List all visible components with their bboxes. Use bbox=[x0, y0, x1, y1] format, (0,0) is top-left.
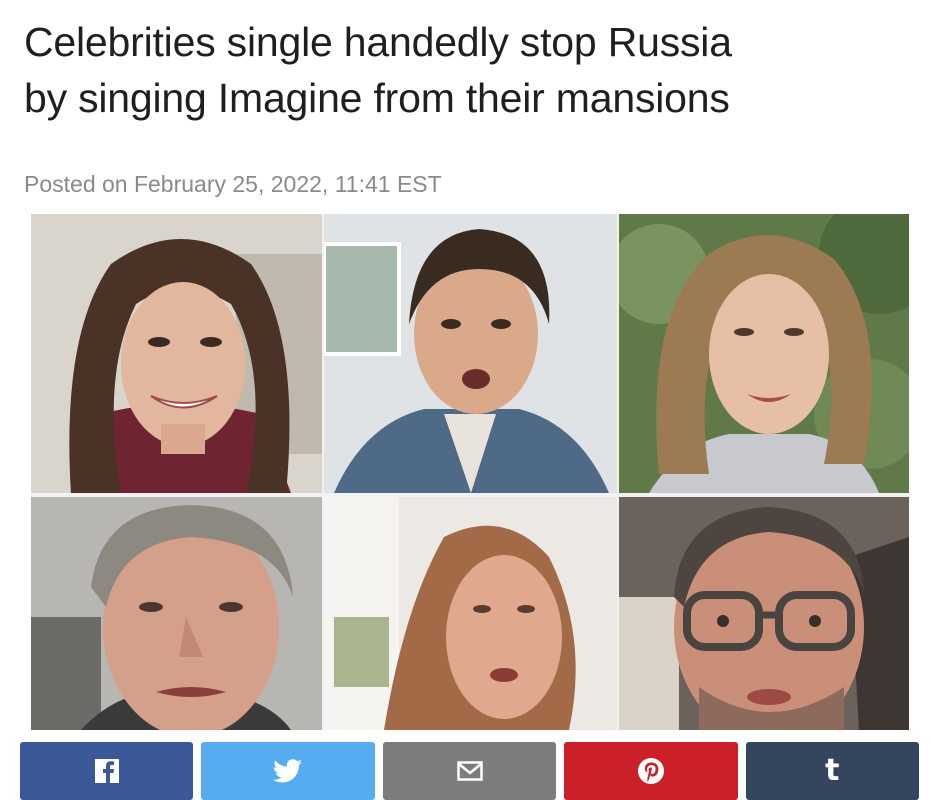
pinterest-icon bbox=[637, 757, 665, 785]
video-call-grid bbox=[31, 214, 909, 730]
portrait-photo bbox=[31, 497, 322, 730]
headline-line-2: by singing Imagine from their mansions bbox=[24, 75, 730, 121]
video-tile-woman-dark-hair bbox=[31, 214, 322, 493]
twitter-icon bbox=[273, 759, 303, 783]
video-tile-woman-outdoors bbox=[619, 214, 909, 493]
portrait-photo bbox=[324, 497, 617, 730]
portrait-photo bbox=[619, 497, 909, 730]
tumblr-share-button[interactable]: t bbox=[745, 742, 920, 800]
video-tile-man-gray-hair bbox=[31, 497, 322, 730]
video-tile-man-denim bbox=[324, 214, 617, 493]
video-tile-man-glasses bbox=[619, 497, 909, 730]
email-icon bbox=[456, 761, 483, 781]
facebook-icon bbox=[94, 758, 120, 784]
facebook-share-button[interactable] bbox=[20, 742, 194, 800]
share-buttons-bar: t bbox=[20, 742, 920, 800]
email-share-button[interactable] bbox=[382, 742, 557, 800]
headline-line-1: Celebrities single handedly stop Russia bbox=[24, 19, 732, 65]
portrait-photo bbox=[31, 214, 322, 493]
article-headline: Celebrities single handedly stop Russia … bbox=[24, 14, 914, 126]
portrait-photo bbox=[324, 214, 617, 493]
article-page: Celebrities single handedly stop Russia … bbox=[0, 0, 931, 800]
twitter-share-button[interactable] bbox=[201, 742, 375, 800]
portrait-photo bbox=[619, 214, 909, 493]
tumblr-icon: t bbox=[825, 753, 840, 788]
post-date: Posted on February 25, 2022, 11:41 EST bbox=[24, 171, 442, 197]
pinterest-share-button[interactable] bbox=[564, 742, 738, 800]
video-tile-woman-strawberry-blonde bbox=[324, 497, 617, 730]
